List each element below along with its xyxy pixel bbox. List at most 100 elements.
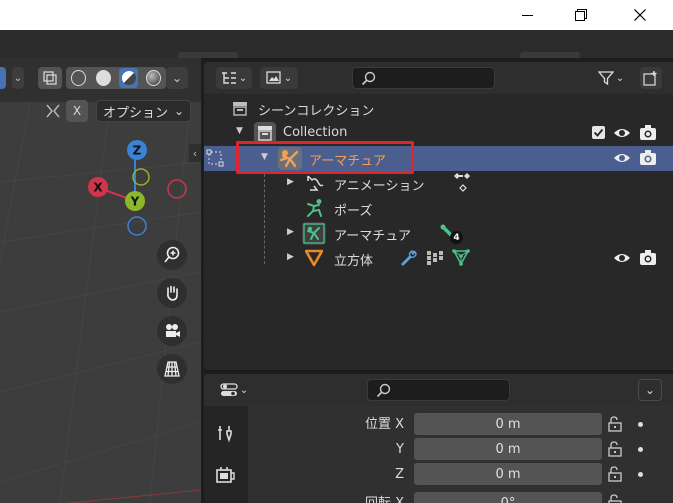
tab-tool[interactable] (212, 420, 238, 446)
minimize-button[interactable] (504, 0, 550, 30)
lock-icon[interactable] (605, 415, 625, 433)
image-icon (266, 71, 281, 84)
expand-down-icon[interactable]: ▼ (236, 126, 243, 136)
minimize-icon (521, 14, 533, 16)
eye-icon[interactable] (613, 250, 631, 266)
wireframe-shading-icon[interactable] (71, 70, 87, 86)
mode-dropdown[interactable]: ⌄ (12, 67, 24, 89)
pan-button[interactable] (157, 278, 187, 308)
filter-view-dropdown[interactable]: ⌄ (260, 67, 298, 89)
lock-icon[interactable] (605, 440, 625, 458)
tool-icon (218, 426, 232, 443)
highlight-box (236, 141, 414, 174)
viewport-header: ⌄ ⌄ X オプション ⌄ (0, 58, 201, 122)
location-y-label-wrap: Y (324, 439, 404, 461)
animation-icon (307, 175, 324, 191)
x-label: X (72, 104, 82, 118)
properties-search-input[interactable] (367, 379, 510, 401)
new-collection-button[interactable] (640, 67, 662, 89)
location-x-value: 0 m (495, 416, 521, 432)
outliner-row-armature-data[interactable]: ▶ アーマチュア 4 (204, 221, 673, 246)
new-collection-icon (643, 71, 657, 86)
render-icon (216, 467, 235, 483)
search-icon (376, 383, 391, 398)
keyframe-dot[interactable] (638, 422, 643, 427)
location-z-value: 0 m (495, 466, 521, 482)
scene-collection-icon (233, 102, 247, 116)
outliner-row-scene-collection[interactable]: シーンコレクション (204, 96, 673, 121)
eye-icon[interactable] (613, 150, 631, 166)
lock-icon[interactable] (605, 465, 625, 483)
mode-button[interactable] (0, 67, 6, 89)
location-x-label-wrap: 位置 X (324, 414, 404, 436)
properties-tabs (204, 406, 248, 503)
rotation-x-field[interactable]: 0° (414, 492, 602, 503)
camera-render-icon[interactable] (639, 124, 657, 141)
outliner-row-cube[interactable]: ▶ 立方体 (204, 246, 673, 271)
zoom-icon (164, 246, 180, 263)
location-y-value: 0 m (495, 441, 521, 457)
gizmo-neg-z[interactable] (127, 216, 147, 236)
gizmo-neg-x[interactable] (167, 179, 187, 199)
outliner-header: ⌄ ⌄ ⌄ (204, 62, 673, 94)
camera-view-button[interactable] (157, 316, 187, 346)
row-label: 立方体 (334, 254, 374, 269)
maximize-button[interactable] (558, 0, 604, 30)
rendered-shading-icon[interactable] (145, 70, 161, 86)
options-dropdown[interactable]: オプション ⌄ (96, 100, 191, 122)
location-z-field[interactable]: 0 m (414, 463, 602, 485)
perspective-toggle-button[interactable] (157, 354, 187, 384)
row-label: シーンコレクション (258, 104, 375, 119)
expand-right-icon[interactable]: ▶ (287, 252, 294, 262)
gizmo-y-label: Y (130, 195, 140, 209)
top-header-strip (0, 30, 673, 58)
gizmo-z-label: Z (133, 144, 142, 158)
camera-render-icon[interactable] (639, 249, 657, 266)
location-x-label: 位置 X (364, 417, 404, 432)
x-toggle-button[interactable]: X (66, 100, 88, 122)
tab-render[interactable] (212, 462, 238, 488)
keyframe-dot[interactable] (638, 472, 643, 477)
zoom-button[interactable] (157, 240, 187, 270)
chevron-down-icon: ⌄ (238, 72, 248, 84)
display-mode-dropdown[interactable]: ⌄ (216, 67, 252, 89)
outliner-search-input[interactable] (352, 67, 495, 89)
expand-right-icon[interactable]: ▶ (287, 227, 294, 237)
shading-buttons (66, 67, 166, 89)
location-y-field[interactable]: 0 m (414, 438, 602, 460)
armature-data-icon (302, 222, 326, 245)
row-label: アーマチュア (334, 229, 411, 244)
material-shading-icon[interactable] (119, 68, 138, 88)
row-label: アニメーション (334, 179, 425, 194)
expand-right-icon[interactable]: ▶ (287, 177, 294, 187)
hand-icon (167, 285, 178, 301)
x-axis-line (65, 489, 201, 503)
keyframe-dot[interactable] (638, 447, 643, 452)
eye-icon[interactable] (613, 125, 631, 141)
vertex-groups-icon (427, 251, 443, 265)
location-x-field[interactable]: 0 m (414, 413, 602, 435)
shading-dropdown[interactable]: ⌄ (166, 67, 188, 89)
sidebar-toggle[interactable]: ‹ (189, 144, 201, 162)
solid-shading-icon[interactable] (96, 70, 112, 86)
exclude-checkbox[interactable] (592, 126, 605, 139)
navigation-gizmo[interactable]: Z X Y (82, 138, 192, 238)
camera-render-icon[interactable] (639, 149, 657, 166)
outliner-row-animation[interactable]: ▶ アニメーション (204, 171, 673, 196)
chevron-down-icon: ⌄ (13, 72, 23, 84)
close-button[interactable] (617, 0, 663, 30)
chevron-down-icon: ⌄ (615, 72, 625, 84)
editor-type-dropdown[interactable]: ⌄ (216, 379, 252, 401)
row-label: ポーズ (334, 204, 373, 219)
3d-viewport[interactable]: ⌄ ⌄ X オプション ⌄ Z X Y ‹ (0, 58, 201, 503)
options-dropdown[interactable]: ⌄ (638, 379, 662, 401)
lock-icon[interactable] (605, 493, 625, 503)
rotation-x-value: 0° (500, 495, 516, 503)
filter-dropdown[interactable]: ⌄ (592, 67, 630, 89)
outliner-panel: ⌄ ⌄ ⌄ シーンコレクション ▼ Collection ▼ アーマチュア ▶ … (204, 62, 673, 370)
mirror-icon[interactable] (44, 102, 62, 120)
xray-toggle[interactable] (38, 67, 62, 89)
outliner-row-pose[interactable]: ポーズ (204, 196, 673, 221)
row-label: Collection (283, 125, 348, 140)
window-title-bar (0, 0, 673, 30)
